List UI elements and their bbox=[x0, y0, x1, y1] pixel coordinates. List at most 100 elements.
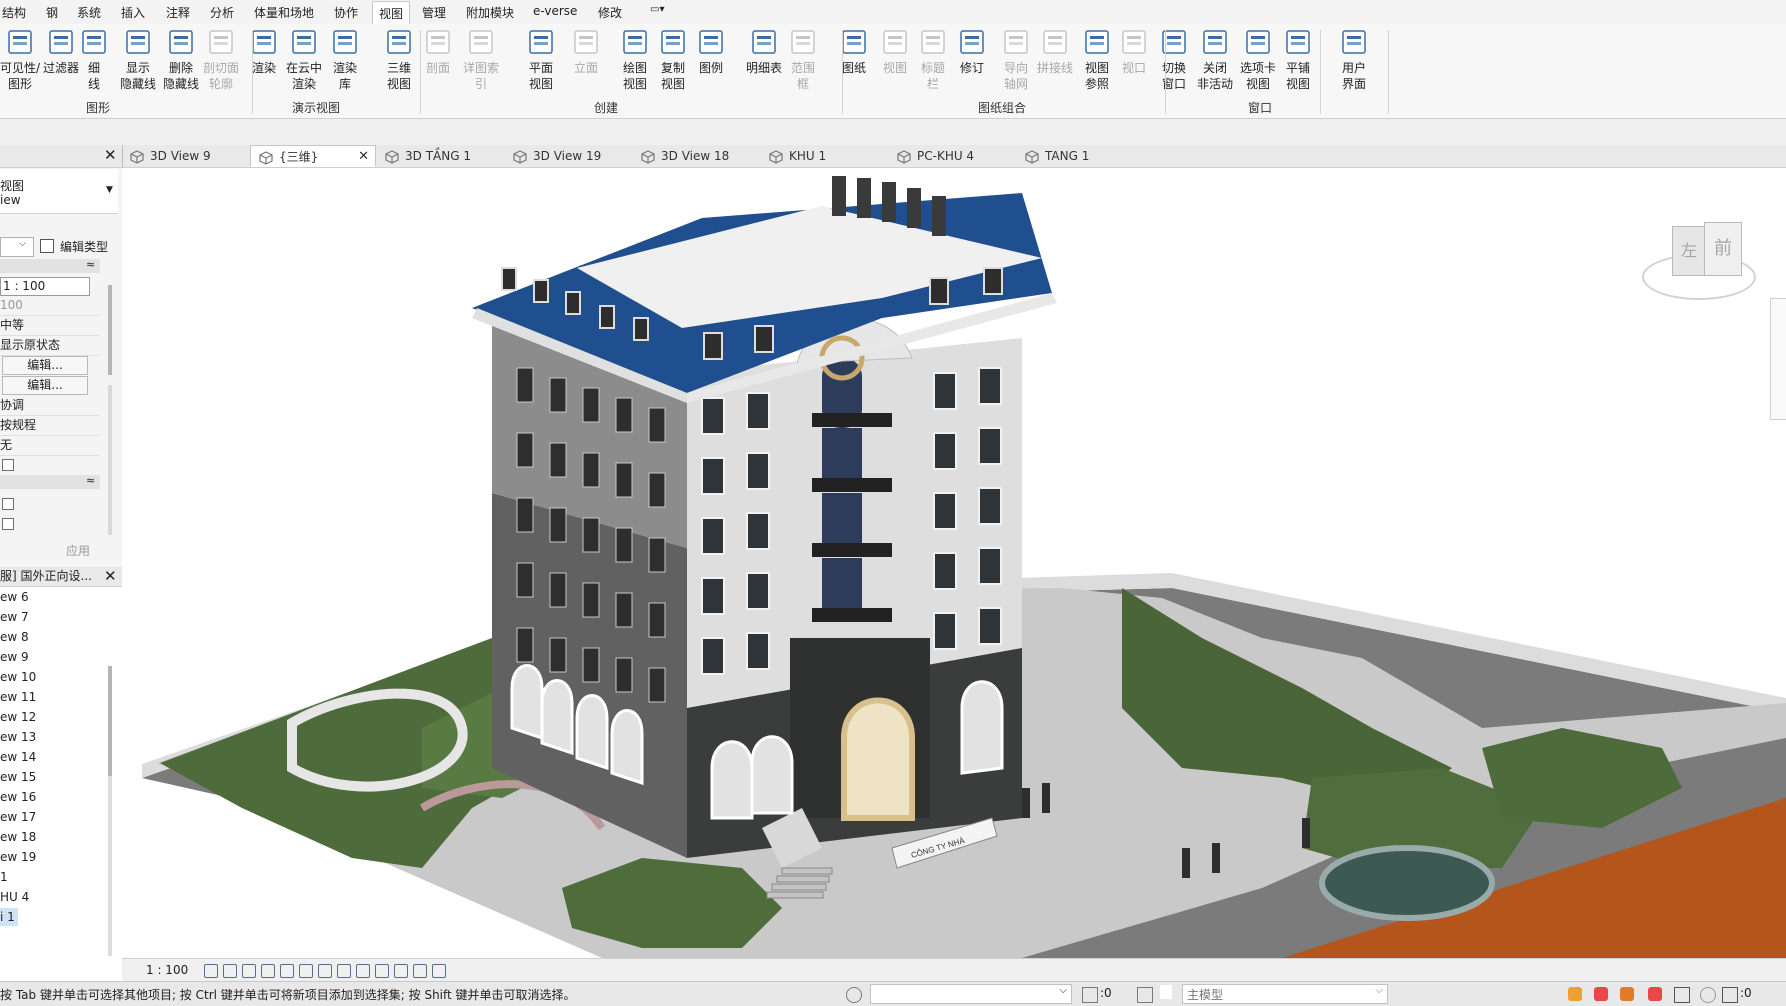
filter-icon[interactable] bbox=[1722, 987, 1738, 1003]
workset-dropdown[interactable]: ⌵ bbox=[870, 984, 1072, 1004]
matchline-button[interactable]: 拼接线 bbox=[1033, 28, 1077, 76]
crop-view-icon[interactable] bbox=[299, 964, 313, 978]
browser-item[interactable]: ew 8 bbox=[0, 628, 29, 646]
schedules-button[interactable]: 明细表 bbox=[742, 28, 786, 76]
crop-region-visible-checkbox[interactable] bbox=[2, 518, 14, 530]
3d-view-button[interactable]: 三维 视图 bbox=[377, 28, 421, 92]
pinned-select-icon[interactable] bbox=[1620, 987, 1634, 1001]
type-selector[interactable]: 视图 iew ▼ bbox=[0, 169, 118, 214]
tab-structure[interactable]: 结构 bbox=[2, 4, 26, 21]
tab-analyze[interactable]: 分析 bbox=[210, 4, 234, 21]
browser-item[interactable]: 1 bbox=[0, 868, 8, 886]
browser-item[interactable]: ew 14 bbox=[0, 748, 36, 766]
chevron-down-icon[interactable]: ▼ bbox=[106, 185, 113, 195]
sun-path-icon[interactable] bbox=[242, 964, 256, 978]
visibility-graphics-button[interactable]: 可见性/图形 bbox=[0, 28, 42, 92]
browser-item[interactable]: ew 7 bbox=[0, 608, 29, 626]
drag-select-icon[interactable] bbox=[1674, 987, 1690, 1003]
unlock-3d-icon[interactable] bbox=[337, 964, 351, 978]
navigation-bar[interactable] bbox=[1770, 298, 1786, 420]
view-tab[interactable]: 3D View 18 bbox=[633, 145, 759, 167]
tab-addins[interactable]: 附加模块 bbox=[466, 4, 514, 21]
tab-view[interactable]: 视图 bbox=[372, 1, 411, 26]
view-tab[interactable]: {三维} ✕ bbox=[250, 145, 376, 167]
close-icon[interactable]: ✕ bbox=[358, 146, 369, 168]
underlay-select-icon[interactable] bbox=[1594, 987, 1608, 1001]
reveal-hidden-icon[interactable] bbox=[375, 964, 389, 978]
viewcube-left-face[interactable]: 左 bbox=[1672, 226, 1706, 276]
close-icon[interactable]: ✕ bbox=[104, 566, 117, 586]
section-collapse-toggle[interactable]: ≈ bbox=[0, 258, 100, 273]
tab-modify[interactable]: 修改 bbox=[598, 4, 622, 21]
tab-systems[interactable]: 系统 bbox=[77, 4, 101, 21]
3d-view-canvas[interactable]: CÔNG TY NHÀ 左 前 bbox=[122, 168, 1786, 958]
view-tab[interactable]: KHU 1 bbox=[761, 145, 887, 167]
render-button[interactable]: 渲染 bbox=[242, 28, 286, 76]
edit-type-button[interactable]: 编辑类型 bbox=[38, 237, 120, 255]
browser-item[interactable]: ew 19 bbox=[0, 848, 36, 866]
view-tab[interactable]: 3D View 19 bbox=[505, 145, 631, 167]
browser-item[interactable]: ew 10 bbox=[0, 668, 36, 686]
remove-hidden-lines-button[interactable]: 删除 隐藏线 bbox=[159, 28, 203, 92]
tab-views-button[interactable]: 选项卡 视图 bbox=[1236, 28, 1280, 92]
browser-item[interactable]: ew 6 bbox=[0, 588, 29, 606]
background-process-icon[interactable] bbox=[1700, 987, 1716, 1003]
view-tab[interactable]: PC-KHU 4 bbox=[889, 145, 1015, 167]
view-scale-field[interactable]: 1 : 100 bbox=[0, 277, 90, 296]
tile-views-button[interactable]: 平铺 视图 bbox=[1276, 28, 1320, 92]
default-analysis-row[interactable]: 无 bbox=[0, 436, 100, 456]
render-gallery-button[interactable]: 渲染库 bbox=[323, 28, 367, 92]
design-options-icon[interactable] bbox=[1137, 987, 1153, 1003]
browser-item[interactable]: ew 13 bbox=[0, 728, 36, 746]
view-tab[interactable]: 3D TẦNG 1 bbox=[377, 145, 503, 167]
callout-button[interactable]: 详图索引 bbox=[459, 28, 503, 92]
apply-button[interactable]: 应用 bbox=[36, 541, 120, 561]
close-icon[interactable]: ✕ bbox=[104, 146, 117, 164]
analytical-model-icon[interactable] bbox=[432, 964, 446, 978]
cloud-render-button[interactable]: 在云中 渲染 bbox=[282, 28, 326, 92]
tab-manage[interactable]: 管理 bbox=[422, 4, 446, 21]
temporary-hide-icon[interactable] bbox=[356, 964, 370, 978]
tab-steel[interactable]: 钢 bbox=[46, 4, 58, 21]
shadows-icon[interactable] bbox=[261, 964, 275, 978]
browser-item[interactable]: ew 11 bbox=[0, 688, 36, 706]
guide-grid-button[interactable]: 导向 轴网 bbox=[994, 28, 1038, 92]
face-select-icon[interactable] bbox=[1648, 987, 1662, 1001]
close-inactive-button[interactable]: 关闭 非活动 bbox=[1193, 28, 1237, 92]
detail-level-row[interactable]: 中等 bbox=[0, 316, 100, 336]
elevation-button[interactable]: 立面 bbox=[564, 28, 608, 76]
plan-view-button[interactable]: 平面 视图 bbox=[519, 28, 563, 92]
browser-item[interactable]: ew 18 bbox=[0, 828, 36, 846]
user-interface-button[interactable]: 用户 界面 bbox=[1332, 28, 1376, 92]
browser-item[interactable]: ew 12 bbox=[0, 708, 36, 726]
worksharing-icon[interactable] bbox=[394, 964, 408, 978]
active-design-option-dropdown[interactable]: 主模型 ⌵ bbox=[1182, 984, 1388, 1004]
view-tab[interactable]: TANG 1 bbox=[1017, 145, 1143, 167]
section-button[interactable]: 剖面 bbox=[416, 28, 460, 76]
scope-box-button[interactable]: 范围框 bbox=[781, 28, 825, 92]
switch-windows-button[interactable]: 切换 窗口 bbox=[1152, 28, 1196, 92]
discipline-row[interactable]: 协调 bbox=[0, 396, 100, 416]
tab-e-verse[interactable]: e-verse bbox=[533, 4, 577, 18]
tab-massing-site[interactable]: 体量和场地 bbox=[254, 4, 314, 21]
viewports-button[interactable]: 视口 bbox=[1112, 28, 1156, 76]
view-scale-control[interactable]: 1 : 100 bbox=[146, 963, 188, 977]
instance-filter-dropdown[interactable]: ⌵ bbox=[0, 237, 34, 257]
show-hidden-lines-row[interactable]: 按规程 bbox=[0, 416, 100, 436]
browser-scrollbar[interactable] bbox=[108, 666, 112, 776]
browser-item[interactable]: HU 4 bbox=[0, 888, 29, 906]
constraints-icon[interactable] bbox=[413, 964, 427, 978]
tab-insert[interactable]: 插入 bbox=[121, 4, 145, 21]
view-tab[interactable]: 3D View 9 bbox=[122, 145, 248, 167]
edit-graphic-display-button[interactable]: 编辑... bbox=[2, 376, 88, 395]
detail-level-icon[interactable] bbox=[204, 964, 218, 978]
tab-collaborate[interactable]: 协作 bbox=[334, 4, 358, 21]
links-select-icon[interactable] bbox=[1568, 987, 1582, 1001]
browser-item[interactable]: ew 16 bbox=[0, 788, 36, 806]
revisions-button[interactable]: 修订 bbox=[950, 28, 994, 76]
sun-path-checkbox[interactable] bbox=[2, 459, 14, 471]
properties-scrollbar[interactable] bbox=[108, 285, 112, 375]
browser-item[interactable]: ew 9 bbox=[0, 648, 29, 666]
viewcube-front-face[interactable]: 前 bbox=[1704, 222, 1742, 276]
viewcube[interactable]: 左 前 bbox=[1642, 222, 1756, 306]
